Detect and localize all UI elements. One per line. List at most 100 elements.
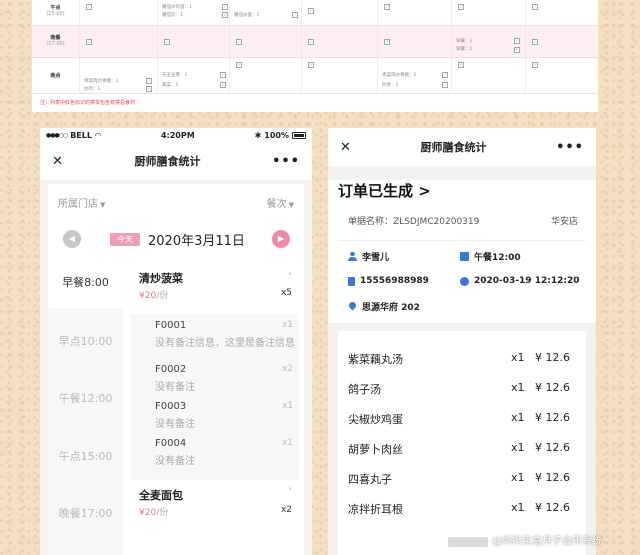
order-generated-screen: ✕ 厨师膳食统计 ••• 订单已生成 > 单据名称：ZLSDJMC2020031… bbox=[328, 128, 596, 555]
grid-checkbox[interactable]: ✓ bbox=[308, 39, 314, 45]
allergen-note: 注：列表中红色标识的菜单包含有禁忌食材 bbox=[40, 100, 136, 106]
grid-checkbox[interactable]: ✓ bbox=[86, 4, 92, 10]
meal-filter[interactable]: 餐次 ▼ bbox=[267, 195, 294, 210]
grid-text: 炒鸡：1 bbox=[84, 87, 101, 92]
grid-text: 蔬菜：1 bbox=[162, 83, 179, 88]
status-bar: ●●●○○ BELL ◠ 4:20PM ✱ 100% bbox=[40, 128, 312, 142]
list-item[interactable]: F0003 没有备注 x1 bbox=[155, 401, 295, 430]
close-icon[interactable]: ✕ bbox=[340, 140, 351, 155]
dish-list: 清炒菠菜 ˄ ¥20/份 x5 F0001 没有备注信息，这里是备注信息 x1 … bbox=[123, 268, 304, 555]
row-label: 午点 bbox=[50, 5, 61, 11]
grid-row-afternoon-snack: 午点 (15:00) ✓ 蕃茄炒鸡蛋：1 番茄饮：1 ✓ ✓ 番茄炒蛋：1 ✓ … bbox=[32, 0, 598, 26]
grid-checkbox[interactable]: ✓ bbox=[514, 47, 520, 53]
store-name: 华安店 bbox=[550, 217, 578, 227]
list-item[interactable]: F0001 没有备注信息，这里是备注信息 x1 bbox=[155, 320, 295, 349]
list-item[interactable]: 凉拌折耳根 x1 ¥ 12.6 bbox=[348, 501, 576, 521]
more-icon[interactable]: ••• bbox=[272, 154, 300, 169]
caret-down-icon: ▼ bbox=[100, 201, 106, 209]
chevron-up-icon[interactable]: ˄ bbox=[288, 272, 292, 281]
wifi-icon: ◠ bbox=[94, 130, 102, 140]
grid-checkbox[interactable]: ✓ bbox=[164, 39, 170, 45]
grid-checkbox[interactable]: ✓ bbox=[308, 8, 314, 14]
grid-checkbox[interactable]: ✓ bbox=[532, 39, 538, 45]
grid-text: 炒青：1 bbox=[382, 83, 399, 88]
grid-checkbox[interactable]: ✓ bbox=[384, 39, 390, 45]
list-item[interactable]: 紫菜藕丸汤 x1 ¥ 12.6 bbox=[348, 351, 576, 371]
caret-down-icon: ▼ bbox=[288, 201, 294, 209]
grid-checkbox[interactable]: ✓ bbox=[308, 62, 314, 68]
clock-icon bbox=[460, 276, 469, 286]
grid-checkbox[interactable]: ✓ bbox=[222, 4, 228, 10]
grid-checkbox[interactable]: ✓ bbox=[442, 82, 448, 88]
phone-icon bbox=[348, 276, 355, 286]
chevron-down-icon[interactable]: ˅ bbox=[288, 487, 292, 496]
order-qty: x1 bbox=[281, 320, 293, 330]
list-item[interactable]: F0004 没有备注 x1 bbox=[155, 438, 295, 467]
meal-item-dinner[interactable]: 晚餐17:00 bbox=[48, 505, 123, 521]
list-item[interactable]: 尖椒炒鸡蛋 x1 ¥ 12.6 bbox=[348, 411, 576, 431]
more-icon[interactable]: ••• bbox=[556, 140, 584, 155]
meal-item-afternoon-snack[interactable]: 午点15:00 bbox=[48, 448, 123, 464]
nav-bar: ✕ 厨师膳食统计 ••• bbox=[328, 128, 596, 166]
list-item[interactable]: 胡萝卜肉丝 x1 ¥ 12.6 bbox=[348, 441, 576, 461]
grid-checkbox[interactable]: ✓ bbox=[292, 12, 298, 18]
grid-checkbox[interactable]: ✓ bbox=[146, 78, 152, 84]
grid-text: 天玉豆芽：1 bbox=[162, 73, 188, 78]
grid-checkbox[interactable]: ✓ bbox=[236, 39, 242, 45]
row-label: 晚餐 bbox=[50, 35, 61, 41]
dish-price: ¥20/份 bbox=[139, 291, 169, 301]
meal-item-morning-snack[interactable]: 早点10:00 bbox=[48, 333, 123, 349]
row-label: 晚点 bbox=[50, 73, 61, 79]
divider bbox=[338, 240, 586, 241]
grid-text: 番茄饮：1 bbox=[162, 13, 183, 18]
dish-name[interactable]: 全麦面包 bbox=[139, 487, 183, 503]
grid-text: 青菜肉炒青椒：1 bbox=[382, 73, 417, 78]
order-qty: x1 bbox=[281, 401, 293, 411]
grid-checkbox[interactable]: ✓ bbox=[532, 4, 538, 10]
order-note: 没有备注信息，这里是备注信息 bbox=[155, 338, 295, 349]
grid-checkbox[interactable]: ✓ bbox=[220, 82, 226, 88]
store-filter[interactable]: 所属门店 ▼ bbox=[58, 195, 105, 210]
grid-checkbox[interactable]: ✓ bbox=[220, 72, 226, 78]
order-note: 没有备注 bbox=[155, 382, 195, 393]
dish-name[interactable]: 清炒菠菜 bbox=[139, 270, 183, 286]
battery-percent: 100% bbox=[264, 130, 289, 140]
meal-icon bbox=[460, 252, 469, 261]
close-icon[interactable]: ✕ bbox=[52, 154, 63, 169]
list-item[interactable]: F0002 没有备注 x2 bbox=[155, 364, 295, 393]
order-summary: 订单已生成 > 单据名称：ZLSDJMC20200319 华安店 李雪儿 午餐1… bbox=[328, 180, 596, 323]
next-day-button[interactable]: ▶ bbox=[272, 230, 290, 248]
grid-checkbox[interactable]: ✓ bbox=[442, 72, 448, 78]
grid-checkbox[interactable]: ✓ bbox=[222, 12, 228, 18]
grid-checkbox[interactable]: ✓ bbox=[532, 62, 538, 68]
order-qty: x1 bbox=[281, 438, 293, 448]
address-info: 思源华府 202 bbox=[348, 300, 420, 313]
dish-quantity: x5 bbox=[280, 288, 292, 298]
signal-icon: ●●●○○ bbox=[46, 131, 68, 139]
order-sublist: F0001 没有备注信息，这里是备注信息 x1 F0002 没有备注 x2 F0… bbox=[131, 314, 298, 480]
grid-checkbox[interactable]: ✓ bbox=[514, 38, 520, 44]
grid-checkbox[interactable]: ✓ bbox=[146, 86, 152, 92]
customer-info: 李雪儿 bbox=[348, 250, 389, 263]
grid-text: 蕃茄炒鸡蛋：1 bbox=[162, 5, 192, 10]
grid-checkbox[interactable]: ✓ bbox=[384, 4, 390, 10]
grid-text: 早餐：1 bbox=[456, 47, 473, 52]
grid-row-evening-snack: 晚点 青菜肉炒青椒：1 炒鸡：1 ✓ ✓ 天玉豆芽：1 蔬菜：1 ✓ ✓ ✓ ✓… bbox=[32, 58, 598, 94]
order-heading-link[interactable]: 订单已生成 > bbox=[338, 180, 431, 201]
grid-text: 青菜肉炒青椒：1 bbox=[84, 79, 119, 84]
list-item[interactable]: 四喜丸子 x1 ¥ 12.6 bbox=[348, 471, 576, 491]
status-time: 4:20PM bbox=[160, 130, 195, 140]
list-item[interactable]: 鸽子汤 x1 ¥ 12.6 bbox=[348, 381, 576, 401]
grid-checkbox[interactable]: ✓ bbox=[86, 39, 92, 45]
grid-checkbox[interactable]: ✓ bbox=[458, 4, 464, 10]
grid-text: 番茄炒蛋：1 bbox=[234, 13, 260, 18]
date-picker: ◀ 今天 2020年3月11日 ▶ bbox=[48, 228, 304, 250]
meal-item-lunch[interactable]: 午餐12:00 bbox=[48, 390, 123, 406]
today-badge[interactable]: 今天 bbox=[110, 233, 140, 246]
grid-checkbox[interactable]: ✓ bbox=[458, 62, 464, 68]
prev-day-button[interactable]: ◀ bbox=[63, 230, 81, 248]
meal-grid-panel: 午点 (15:00) ✓ 蕃茄炒鸡蛋：1 番茄饮：1 ✓ ✓ 番茄炒蛋：1 ✓ … bbox=[32, 0, 598, 112]
dish-quantity: x2 bbox=[280, 505, 292, 515]
meal-item-breakfast[interactable]: 早餐8:00 bbox=[48, 268, 123, 308]
grid-checkbox[interactable]: ✓ bbox=[236, 62, 242, 68]
